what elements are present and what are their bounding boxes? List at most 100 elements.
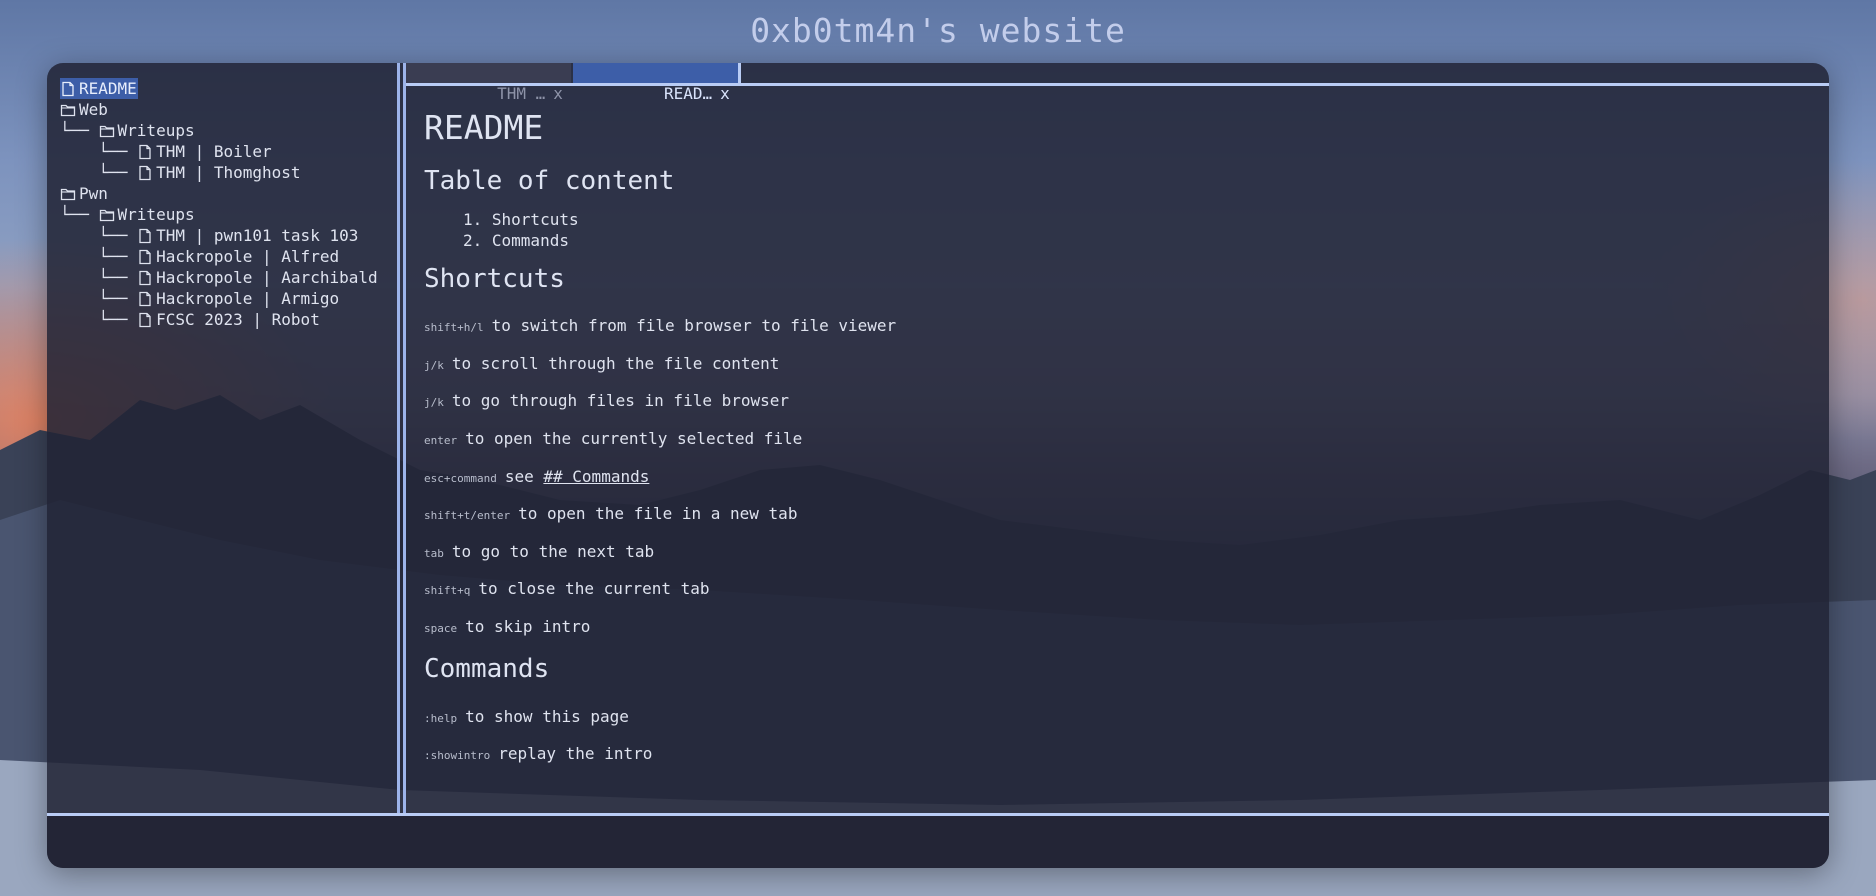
tab-close-button[interactable]: x — [720, 84, 730, 103]
tab-label: READ… — [663, 84, 713, 103]
key-hint: tab — [424, 546, 444, 560]
tab-thm[interactable]: THM … x — [406, 63, 571, 103]
tree-item[interactable]: └── THM | Boiler — [60, 141, 397, 162]
tree-item-label: Hackropole | Aarchibald — [156, 268, 378, 287]
shortcut-line: shift+q to close the current tab — [424, 570, 1814, 608]
shortcut-line: j/k to go through files in file browser — [424, 382, 1814, 420]
commands-heading: Commands — [424, 654, 550, 685]
file-icon — [137, 144, 153, 160]
shortcut-line: shift+t/enter to open the file in a new t… — [424, 495, 1814, 533]
shortcut-description: to go to the next tab — [451, 541, 655, 561]
shortcut-line: shift+h/l to switch from file browser to … — [424, 307, 1814, 345]
key-hint: space — [424, 622, 458, 636]
file-icon — [137, 291, 153, 307]
toc-item[interactable]: 1. Shortcuts — [463, 209, 1814, 230]
shortcut-description: to open the file in a new tab — [518, 504, 798, 524]
tree-item[interactable]: └── THM | pwn101 task 103 — [60, 225, 397, 246]
tab-bar: THM … x READ… x — [406, 63, 1829, 103]
tree-item-label: THM | Boiler — [156, 142, 272, 161]
tree-item-label: Writeups — [117, 205, 195, 224]
site-title: 0xb0tm4n's website — [750, 11, 1126, 50]
tree-item[interactable]: └── Writeups — [60, 204, 397, 225]
tree-item[interactable]: └── Hackropole | Armigo — [60, 288, 397, 309]
commands-link[interactable]: ## Commands — [543, 467, 649, 486]
folder-icon — [99, 123, 115, 139]
tree-branch: └── — [60, 247, 138, 266]
tree-item[interactable]: └── Hackropole | Aarchibald — [60, 267, 397, 288]
tab-readme[interactable]: READ… x — [572, 63, 741, 103]
shortcut-description: see — [504, 466, 544, 486]
key-hint: :help — [424, 711, 458, 725]
tree-branch: └── — [60, 121, 99, 140]
shortcut-line: :showintro replay the intro — [424, 735, 1814, 773]
tree-item[interactable]: Pwn — [60, 183, 397, 204]
shortcut-line: tab to go to the next tab — [424, 533, 1814, 571]
tree-item[interactable]: └── THM | Thomghost — [60, 162, 397, 183]
tree-item[interactable]: └── Hackropole | Alfred — [60, 246, 397, 267]
file-browser[interactable]: README Web └── Writeups └── THM | Boiler └… — [47, 63, 400, 813]
shortcut-line: j/k to scroll through the file content — [424, 345, 1814, 383]
tree-branch: └── — [60, 310, 138, 329]
shortcuts-heading: Shortcuts — [424, 264, 565, 294]
shortcut-description: to skip intro — [465, 617, 591, 637]
shortcut-description: to scroll through the file content — [451, 353, 780, 373]
file-icon — [137, 249, 153, 265]
shortcut-description: to switch from file browser to file view… — [491, 316, 897, 336]
tree-item-label: Web — [79, 100, 108, 119]
tree-item-label: Writeups — [117, 121, 195, 140]
shortcut-line: space to skip intro — [424, 608, 1814, 646]
shortcut-description: replay the intro — [498, 744, 653, 764]
toc-item[interactable]: 2. Commands — [463, 230, 1814, 251]
shortcut-description: to go through files in file browser — [451, 391, 790, 411]
key-hint: shift+h/l — [424, 321, 484, 335]
file-icon — [137, 228, 153, 244]
shortcut-description: to close the current tab — [478, 579, 710, 599]
tree-branch: └── — [60, 268, 138, 287]
tree-item-label: Hackropole | Armigo — [156, 289, 340, 308]
tree-item-label: Hackropole | Alfred — [156, 247, 340, 266]
tree-item-label: README — [79, 79, 137, 98]
tree-item-label: THM | pwn101 task 103 — [156, 226, 359, 245]
tree-branch: └── — [60, 163, 138, 182]
key-hint: :showintro — [424, 749, 491, 763]
key-hint: j/k — [424, 358, 444, 372]
tree-branch: └── — [60, 205, 99, 224]
shortcut-line: :help to show this page — [424, 697, 1814, 735]
folder-icon — [60, 186, 76, 202]
tree-branch: └── — [60, 289, 138, 308]
tab-close-button[interactable]: x — [553, 84, 563, 103]
table-of-contents: 1. Shortcuts 2. Commands — [424, 209, 1814, 251]
file-icon — [137, 165, 153, 181]
file-icon — [137, 312, 153, 328]
toc-heading: Table of content — [424, 166, 675, 196]
key-hint: enter — [424, 434, 458, 448]
file-tree: README Web └── Writeups └── THM | Boiler └… — [60, 78, 397, 330]
command-line[interactable] — [47, 813, 1829, 868]
shortcut-description: to open the currently selected file — [465, 429, 803, 449]
tree-item-label: Pwn — [79, 184, 108, 203]
tree-item[interactable]: └── Writeups — [60, 120, 397, 141]
tree-item-label: THM | Thomghost — [156, 163, 301, 182]
key-hint: shift+t/enter — [424, 509, 511, 523]
page-title: README — [424, 108, 544, 147]
readme-content: README Table of content 1. Shortcuts 2. … — [424, 105, 1814, 805]
shortcuts-list: shift+h/l to switch from file browser to … — [424, 307, 1814, 645]
tree-item[interactable]: README — [60, 78, 397, 99]
tab-label: THM … — [497, 84, 546, 103]
file-icon — [137, 270, 153, 286]
commands-list: :help to show this page :showintro replay t… — [424, 697, 1814, 772]
tree-branch: └── — [60, 142, 138, 161]
terminal-window: README Web └── Writeups └── THM | Boiler └… — [47, 63, 1829, 868]
file-icon — [60, 81, 76, 97]
shortcut-line: esc+command see ## Commands — [424, 457, 1814, 495]
file-viewer[interactable]: THM … x READ… x README Table of content 1.… — [403, 63, 1829, 813]
shortcut-description: to show this page — [465, 706, 629, 726]
key-hint: esc+command — [424, 471, 497, 485]
tree-branch: └── — [60, 226, 138, 245]
key-hint: j/k — [424, 396, 444, 410]
tree-item[interactable]: Web — [60, 99, 397, 120]
tree-item[interactable]: └── FCSC 2023 | Robot — [60, 309, 397, 330]
folder-icon — [99, 207, 115, 223]
folder-icon — [60, 102, 76, 118]
key-hint: shift+q — [424, 584, 471, 598]
